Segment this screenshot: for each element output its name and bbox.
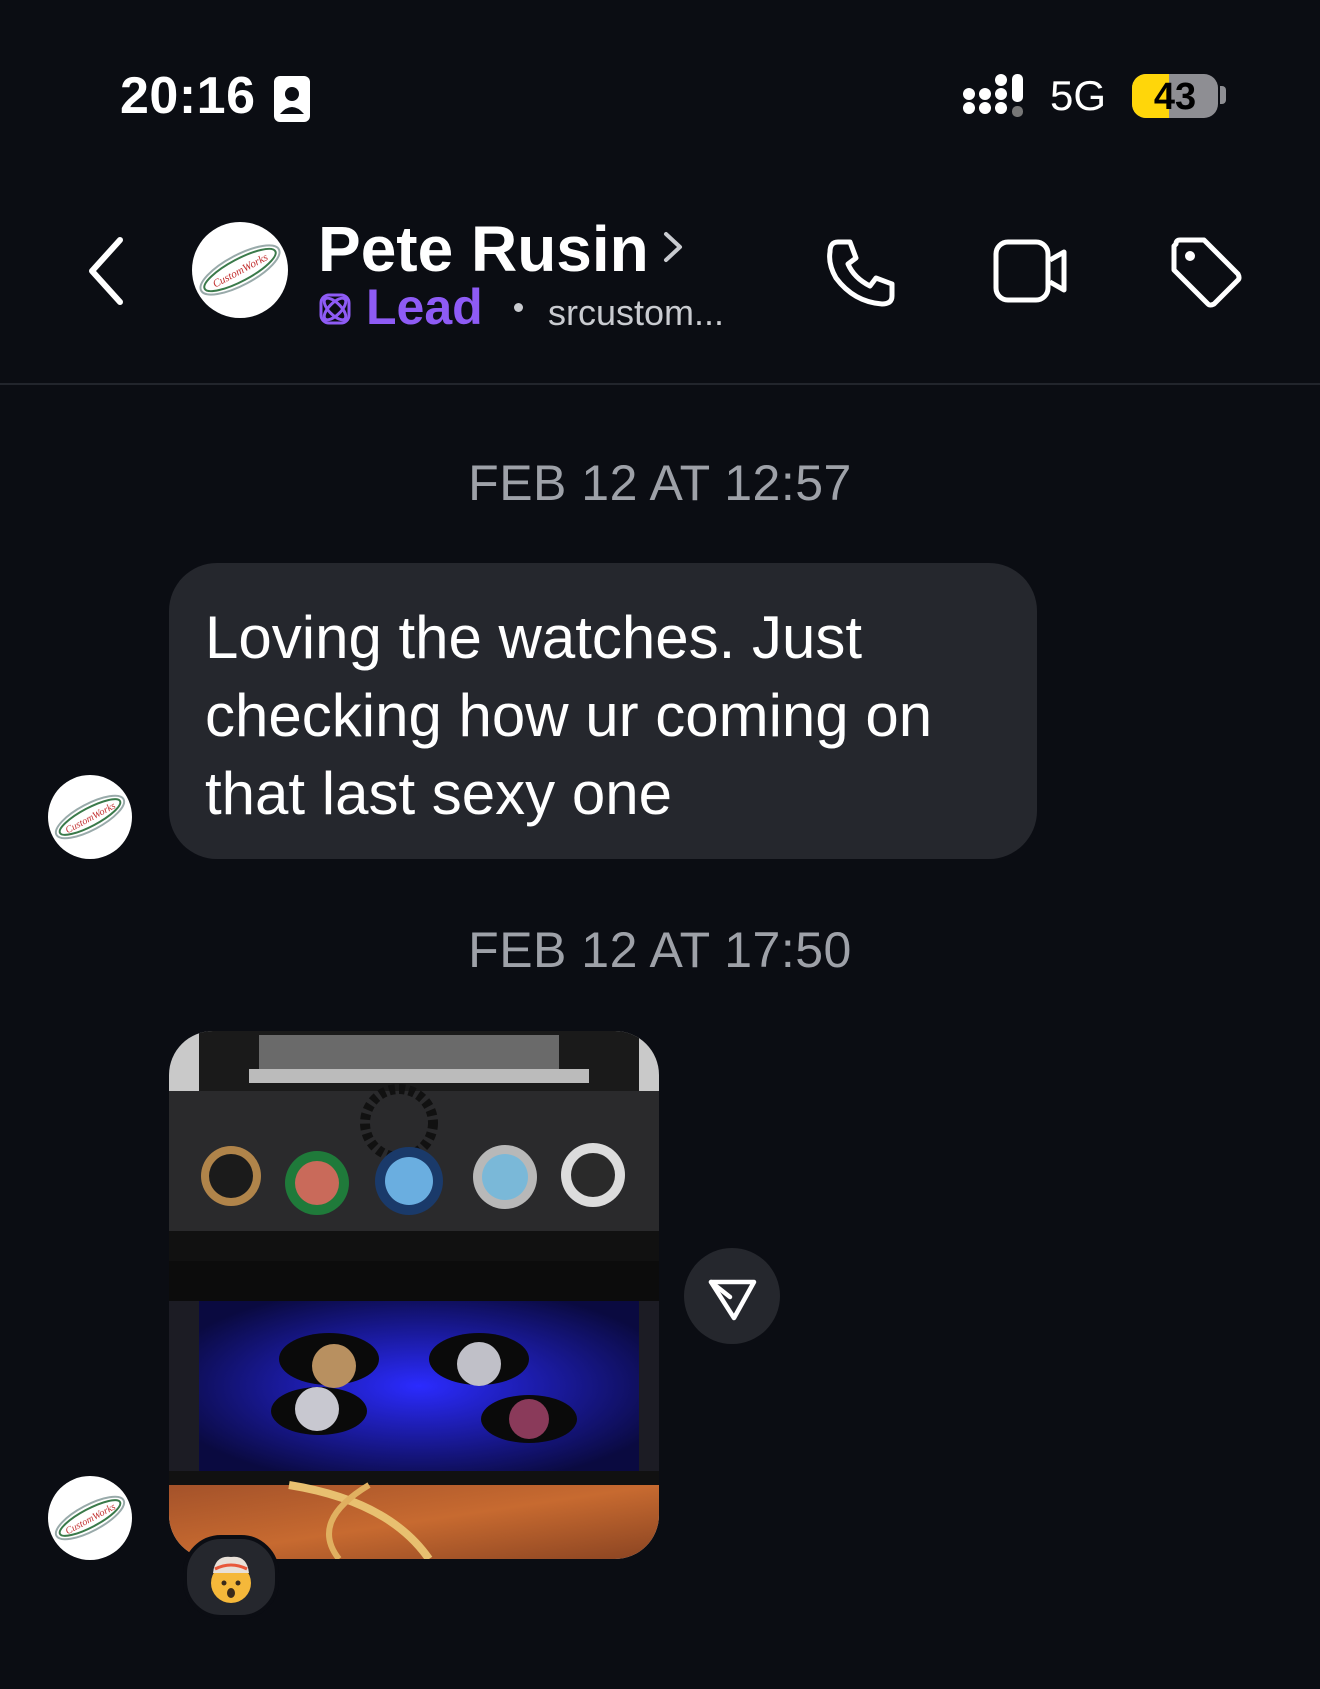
status-time: 20:16 — [120, 67, 256, 125]
message-reaction[interactable] — [183, 1535, 279, 1619]
phone-icon[interactable] — [824, 234, 900, 310]
custom-works-logo: CustomWorks — [199, 244, 281, 296]
exploding-head-emoji-icon — [211, 1556, 251, 1603]
battery-percent: 43 — [1153, 76, 1197, 118]
lead-icon — [319, 293, 351, 325]
back-arrow-icon[interactable] — [80, 232, 136, 310]
id-card-icon — [274, 76, 310, 122]
network-type: 5G — [1050, 72, 1107, 119]
watch-box-photo — [169, 1031, 659, 1559]
contact-avatar[interactable]: CustomWorks — [192, 222, 288, 318]
sender-avatar[interactable]: CustomWorks — [48, 1476, 132, 1560]
custom-works-logo: CustomWorks — [54, 794, 126, 840]
separator-dot — [514, 303, 523, 312]
message-text: Loving the watches. Just checking how ur… — [205, 604, 933, 827]
chevron-right-icon[interactable] — [658, 226, 686, 268]
sender-avatar[interactable]: CustomWorks — [48, 775, 132, 859]
photo-message[interactable] — [169, 1031, 659, 1559]
lead-label: Lead — [366, 279, 483, 335]
battery-nub — [1220, 86, 1226, 104]
message-bubble[interactable]: Loving the watches. Just checking how ur… — [169, 563, 1037, 859]
message-timestamp: FEB 12 AT 12:57 — [468, 455, 852, 511]
contact-name[interactable]: Pete Rusin — [318, 212, 649, 286]
chat-header: CustomWorks Pete Rusin Lead srcustom... — [0, 190, 1320, 385]
share-button[interactable] — [684, 1248, 780, 1344]
tag-icon[interactable] — [1168, 234, 1244, 310]
signal-icon — [963, 74, 1023, 117]
status-bar: 20:16 5G 43 — [0, 0, 1320, 190]
username: srcustom... — [548, 292, 725, 333]
battery-indicator: 43 — [1132, 74, 1218, 118]
message-timestamp: FEB 12 AT 17:50 — [468, 922, 852, 978]
custom-works-logo: CustomWorks — [54, 1495, 126, 1541]
video-camera-icon[interactable] — [992, 236, 1070, 306]
send-arrow-icon — [708, 1279, 757, 1321]
